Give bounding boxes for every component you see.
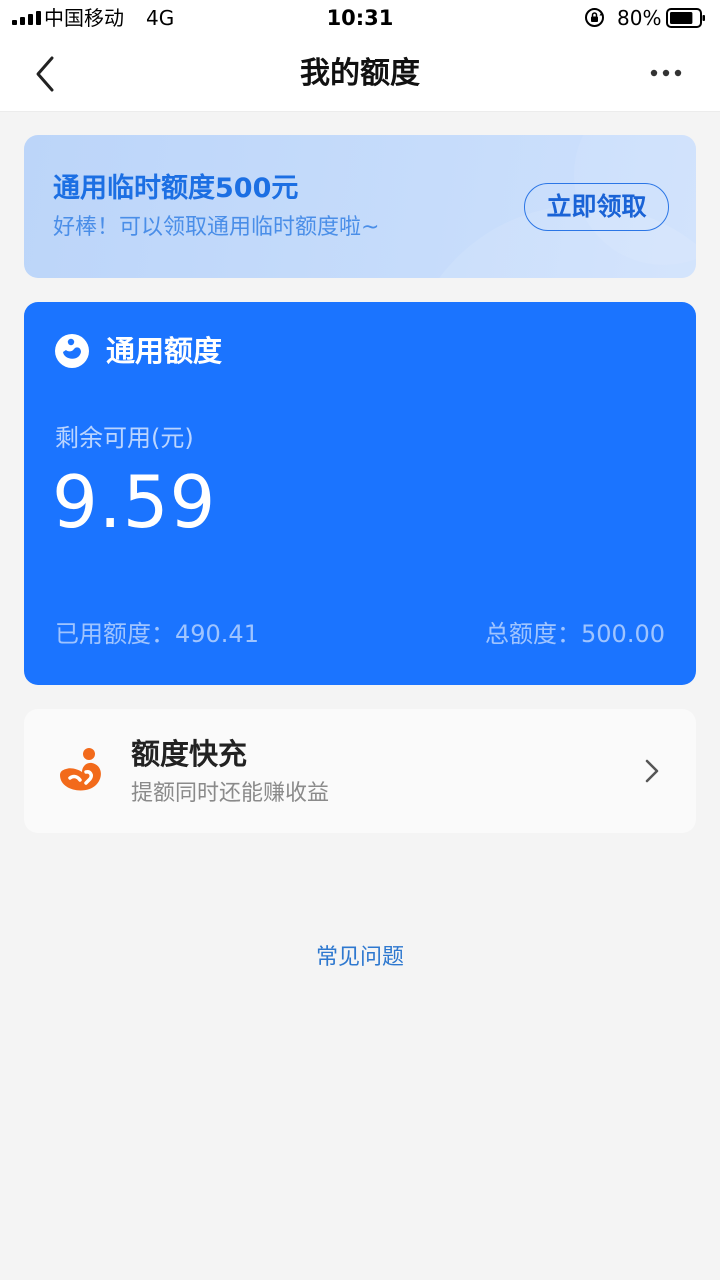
temporary-quota-banner[interactable]: 通用临时额度500元 好棒！可以领取通用临时额度啦~ 立即领取 xyxy=(24,135,696,278)
clock: 10:31 xyxy=(326,6,394,30)
orientation-lock-icon xyxy=(585,8,604,27)
recharge-icon xyxy=(60,748,101,791)
recharge-title: 额度快充 xyxy=(131,737,248,771)
recharge-subtitle: 提额同时还能赚收益 xyxy=(131,781,330,806)
remaining-available-label: 剩余可用(元) xyxy=(55,424,194,452)
chevron-right-icon xyxy=(645,759,659,783)
status-bar: 中国移动 4G 10:31 80% xyxy=(0,0,720,36)
screen: 中国移动 4G 10:31 80% 我的额度 通用临时额度500元 好棒！可以领… xyxy=(0,0,720,1280)
quota-title: 通用额度 xyxy=(106,334,223,368)
used-quota: 已用额度：490.41 xyxy=(55,620,259,648)
nav-bar: 我的额度 xyxy=(0,36,720,112)
quota-quick-recharge-item[interactable]: 额度快充 提额同时还能赚收益 xyxy=(24,709,696,833)
battery-icon xyxy=(666,8,705,28)
battery-percent: 80% xyxy=(617,6,662,30)
banner-subtitle: 好棒！可以领取通用临时额度啦~ xyxy=(53,215,380,240)
banner-title: 通用临时额度500元 xyxy=(53,173,299,204)
more-options-icon[interactable] xyxy=(644,58,688,88)
faq-link[interactable]: 常见问题 xyxy=(0,942,720,974)
page-title: 我的额度 xyxy=(300,56,420,91)
claim-now-button[interactable]: 立即领取 xyxy=(524,183,669,231)
remaining-available-value: 9.59 xyxy=(52,460,217,544)
total-quota: 总额度：500.00 xyxy=(485,620,665,648)
general-quota-card: 通用额度 剩余可用(元) 9.59 已用额度：490.41 总额度：500.00 xyxy=(24,302,696,685)
quota-logo-icon xyxy=(55,334,89,368)
